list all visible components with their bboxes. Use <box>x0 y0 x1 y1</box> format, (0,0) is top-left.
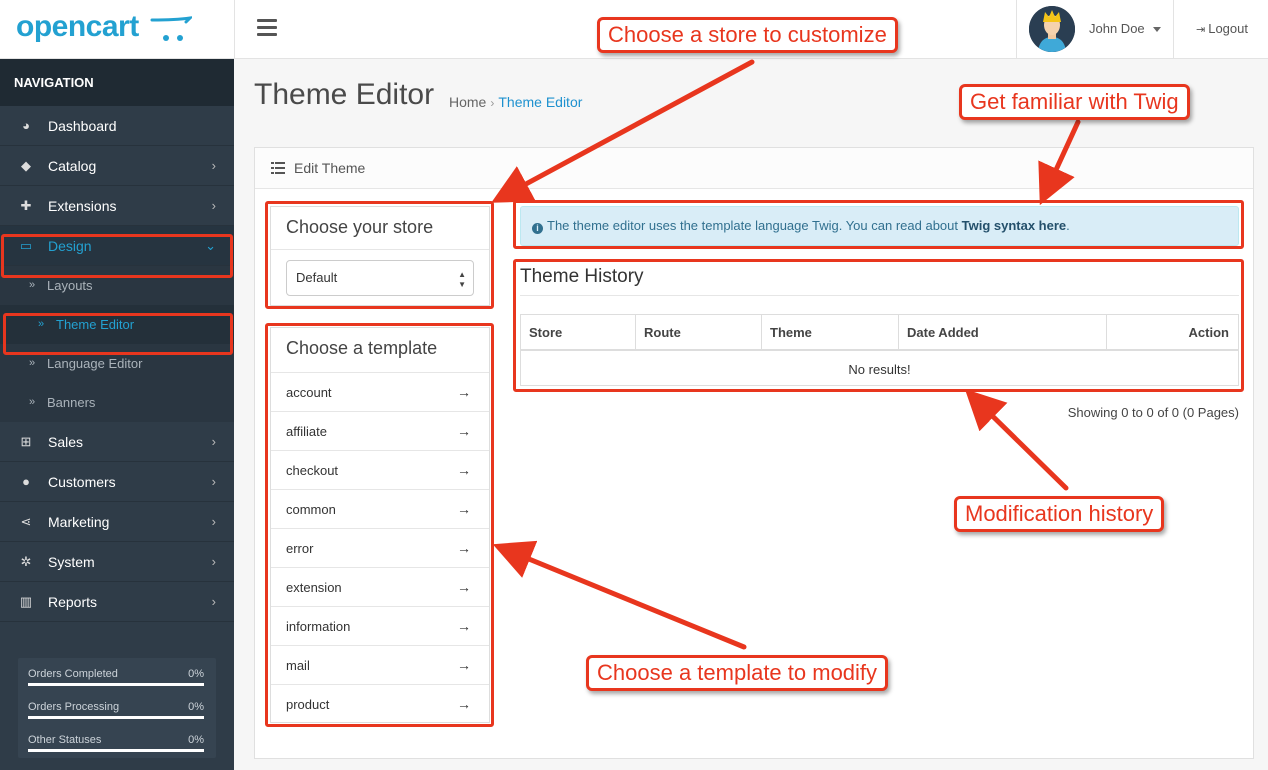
sidebar-item-system[interactable]: ✲ System › <box>0 542 234 582</box>
stat-value: 0% <box>188 701 204 713</box>
breadcrumb-current[interactable]: Theme Editor <box>498 94 582 110</box>
menu-toggle-icon[interactable] <box>257 19 277 37</box>
annotation-history: Modification history <box>954 496 1165 532</box>
double-chevron-icon: » <box>29 396 36 408</box>
sidebar-item-label: Dashboard <box>48 118 117 134</box>
sidebar-item-label: Extensions <box>48 198 117 214</box>
progress-bar <box>28 683 204 686</box>
share-icon: ⋖ <box>20 514 32 529</box>
user-name: John Doe <box>1089 21 1145 36</box>
stat-orders-completed: Orders Completed 0% <box>28 668 204 686</box>
gear-icon: ✲ <box>20 554 32 569</box>
annotation-store: Choose a store to customize <box>597 17 898 53</box>
sidebar-sub-label: Layouts <box>47 278 93 293</box>
nav-heading: NAVIGATION <box>0 59 234 106</box>
list-icon <box>271 162 285 174</box>
sidebar-item-extensions[interactable]: ✚ Extensions › <box>0 186 234 226</box>
breadcrumb: Home › Theme Editor <box>449 94 582 110</box>
cart-icon: ⊞ <box>20 434 32 449</box>
sidebar-item-catalog[interactable]: ◆ Catalog › <box>0 146 234 186</box>
sidebar-item-dashboard[interactable]: ◕ Dashboard <box>0 106 234 146</box>
highlight-store-chooser <box>265 201 494 309</box>
avatar <box>1029 6 1075 52</box>
sidebar-item-marketing[interactable]: ⋖ Marketing › <box>0 502 234 542</box>
sidebar-item-label: System <box>48 554 95 570</box>
highlight-design-menu <box>1 234 233 278</box>
sidebar-sub-label: Language Editor <box>47 356 143 371</box>
stat-label: Orders Processing <box>28 701 120 713</box>
chevron-right-icon: › <box>211 158 216 173</box>
logo-text: opencart <box>16 10 139 43</box>
sidebar-item-sales[interactable]: ⊞ Sales › <box>0 422 234 462</box>
sign-out-icon: ⇥ <box>1196 24 1206 36</box>
order-stats: Orders Completed 0% Orders Processing 0%… <box>18 658 216 758</box>
annotation-twig: Get familiar with Twig <box>959 84 1190 120</box>
dashboard-icon: ◕ <box>22 118 30 133</box>
sidebar-item-label: Customers <box>48 474 116 490</box>
logout-link[interactable]: ⇥ Logout <box>1196 21 1248 36</box>
sidebar-item-label: Marketing <box>48 514 110 530</box>
chevron-right-icon: › <box>211 594 216 609</box>
sidebar-item-reports[interactable]: ▥ Reports › <box>0 582 234 622</box>
highlight-template-chooser <box>265 323 494 727</box>
progress-bar <box>28 716 204 719</box>
bar-chart-icon: ▥ <box>19 594 33 609</box>
highlight-theme-history <box>513 259 1244 392</box>
sidebar-item-label: Reports <box>48 594 98 610</box>
sidebar-item-customers[interactable]: ● Customers › <box>0 462 234 502</box>
puzzle-icon: ✚ <box>20 198 32 213</box>
logout-label: Logout <box>1208 21 1248 36</box>
cart-logo-icon <box>150 16 192 41</box>
page-title: Theme Editor <box>254 78 435 111</box>
chevron-right-icon: › <box>211 474 216 489</box>
stat-orders-processing: Orders Processing 0% <box>28 701 204 719</box>
highlight-theme-editor-menu <box>3 313 233 355</box>
logo[interactable]: opencart <box>0 0 235 59</box>
stat-value: 0% <box>188 668 204 680</box>
pagination-summary: Showing 0 to 0 of 0 (0 Pages) <box>1067 405 1239 420</box>
chevron-right-icon: › <box>211 198 216 213</box>
sidebar-item-label: Catalog <box>48 158 97 174</box>
sidebar-item-label: Sales <box>48 434 84 450</box>
chevron-right-icon: › <box>211 554 216 569</box>
caret-down-icon <box>1153 27 1161 32</box>
sidebar-sub-banners[interactable]: » Banners <box>0 383 234 422</box>
panel-heading: Edit Theme <box>255 148 1253 189</box>
sidebar-sub-label: Banners <box>47 395 96 410</box>
user-menu[interactable]: John Doe <box>1016 0 1174 59</box>
sidebar: NAVIGATION ◕ Dashboard ◆ Catalog › ✚ Ext… <box>0 59 234 770</box>
annotation-template: Choose a template to modify <box>586 655 889 691</box>
stat-value: 0% <box>188 734 204 746</box>
highlight-twig-alert <box>513 200 1244 249</box>
breadcrumb-home[interactable]: Home <box>449 94 486 110</box>
stat-label: Orders Completed <box>28 668 118 680</box>
progress-bar <box>28 749 204 752</box>
user-icon: ● <box>22 474 30 489</box>
stat-other-statuses: Other Statuses 0% <box>28 734 204 752</box>
chevron-right-icon: › <box>211 514 216 529</box>
chevron-right-icon: › <box>211 434 216 449</box>
tags-icon: ◆ <box>21 158 31 173</box>
panel-title: Edit Theme <box>294 160 366 176</box>
breadcrumb-separator: › <box>490 96 495 110</box>
stat-label: Other Statuses <box>28 734 102 746</box>
